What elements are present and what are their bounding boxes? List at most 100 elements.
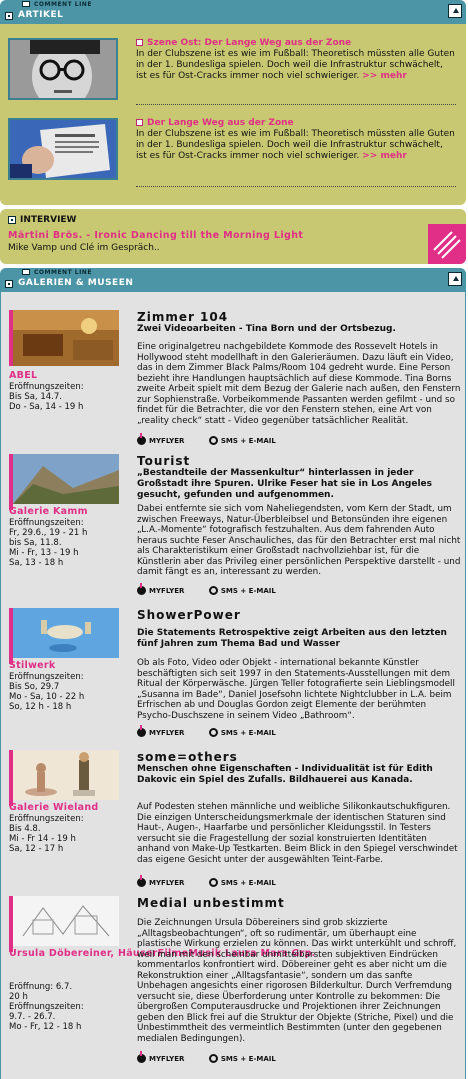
scroll-up-button[interactable] <box>448 272 462 286</box>
phone-icon <box>208 586 218 595</box>
gallery-name[interactable]: ABEL <box>9 370 37 381</box>
article-thumbnail-newspaper[interactable] <box>8 118 118 180</box>
artikel-kicker: COMMENT LINE <box>34 1 92 8</box>
sms-email-label[interactable]: SMS + E-MAIL <box>221 587 276 595</box>
phone-icon <box>208 878 218 887</box>
artikel-header: COMMENT LINE ARTIKEL <box>0 0 466 24</box>
interview-subtitle: Mike Vamp und Clé im Gespräch.. <box>8 243 160 253</box>
hours-line: Eröffnungszeiten: <box>9 382 84 392</box>
galerien-header: COMMENT LINE GALERIEN & MUSEEN <box>0 268 466 292</box>
sms-email-label[interactable]: SMS + E-MAIL <box>221 729 276 737</box>
gallery-hours: Eröffnungszeiten: Bis So, 29.7 Mo - Sa, … <box>9 672 84 712</box>
gallery-links: MYFLYER SMS + E-MAIL <box>137 583 298 597</box>
exhibition-subtitle: Menschen ohne Eigenschaften - Individual… <box>137 764 433 785</box>
exhibition-description: Ob als Foto, Video oder Objekt - interna… <box>137 658 455 721</box>
hours-line: Bis So, 29.7 <box>9 682 60 692</box>
hours-line: Eröffnungszeiten: <box>9 1002 84 1012</box>
divider <box>136 104 456 105</box>
myflyer-label[interactable]: MYFLYER <box>149 879 184 887</box>
sms-email-link[interactable]: SMS + E-MAIL <box>208 728 276 737</box>
phone-icon <box>208 728 218 737</box>
hours-line: Sa, 13 - 18 h <box>9 558 64 568</box>
gallery-name[interactable]: Galerie Kamm <box>9 506 88 517</box>
window-icon <box>22 1 30 7</box>
exhibition-subtitle: Zwei Videoarbeiten - Tina Born und der O… <box>137 324 396 334</box>
divider <box>136 186 456 187</box>
hours-line: Eröffnungszeiten: <box>9 814 84 824</box>
interview-arrow-button[interactable] <box>428 224 466 264</box>
interview-tag-text: INTERVIEW <box>20 215 77 225</box>
hours-line: Do - Sa, 14 - 19 h <box>9 402 84 412</box>
gallery-image-landscape[interactable] <box>9 454 119 510</box>
gallery-image-diver[interactable] <box>9 608 119 664</box>
interview-tag: INTERVIEW <box>8 215 77 225</box>
gallery-image-sketch[interactable] <box>9 896 119 952</box>
gallery-name[interactable]: Stilwerk <box>9 660 56 671</box>
artikel-body: Szene Ost: Der Lange Weg aus der Zone In… <box>0 24 466 205</box>
hand-pointer-icon <box>137 433 146 445</box>
exhibition-description: Die Zeichnungen Ursula Döbereiners sind … <box>137 918 457 1044</box>
hours-line: 9.7. - 26.7. <box>9 1012 56 1022</box>
square-bullet-icon <box>8 215 16 224</box>
hours-line: Mi - Fr 14 - 19 h <box>9 834 76 844</box>
myflyer-link[interactable]: MYFLYER <box>137 433 184 445</box>
hours-line: bis Sa, 11.8. <box>9 538 62 548</box>
myflyer-label[interactable]: MYFLYER <box>149 729 184 737</box>
hours-line: Mo - Fr, 12 - 18 h <box>9 1022 82 1032</box>
article-thumbnail-glasses-man[interactable] <box>8 38 118 100</box>
phone-icon <box>208 436 218 445</box>
myflyer-link[interactable]: MYFLYER <box>137 1051 184 1063</box>
sms-email-label[interactable]: SMS + E-MAIL <box>221 1055 276 1063</box>
phone-icon <box>208 1054 218 1063</box>
hand-pointer-icon <box>137 583 146 595</box>
hand-pointer-icon <box>137 1051 146 1063</box>
gallery-hours: Eröffnung: 6.7. 20 h Eröffnungszeiten: 9… <box>9 982 84 1032</box>
galerien-title: GALERIEN & MUSEEN <box>18 278 134 288</box>
article-headline-text[interactable]: Der Lange Weg aus der Zone <box>147 118 294 128</box>
article-headline-text[interactable]: Szene Ost: Der Lange Weg aus der Zone <box>147 38 351 48</box>
sms-email-label[interactable]: SMS + E-MAIL <box>221 879 276 887</box>
bullet-icon <box>136 39 143 46</box>
scroll-up-button[interactable] <box>448 4 462 18</box>
more-link[interactable]: >> mehr <box>362 71 407 81</box>
exhibition-description: Dabei entfernte sie sich vom Naheliegend… <box>137 504 461 577</box>
article-text: Szene Ost: Der Lange Weg aus der Zone In… <box>136 38 456 82</box>
hours-line: Bis 4.8. <box>9 824 41 834</box>
galerien-kicker: COMMENT LINE <box>34 269 92 276</box>
hours-line: 20 h <box>9 992 28 1002</box>
hours-line: Mi - Fr, 13 - 19 h <box>9 548 79 558</box>
artikel-title: ARTIKEL <box>18 10 64 20</box>
gallery-image-hotel-room[interactable] <box>9 310 119 366</box>
article-body: In der Clubszene ist es wie im Fußball: … <box>136 49 455 81</box>
more-link[interactable]: >> mehr <box>362 151 407 161</box>
sms-email-label[interactable]: SMS + E-MAIL <box>221 437 276 445</box>
hours-line: Eröffnung: 6.7. <box>9 982 73 992</box>
sms-email-link[interactable]: SMS + E-MAIL <box>208 878 276 887</box>
exhibition-title: Zimmer 104 <box>137 310 229 324</box>
interview-headline[interactable]: Märtini Brös. - Ironic Dancing till the … <box>8 230 303 241</box>
gallery-hours: Eröffnungszeiten: Fr, 29.6., 19 - 21 h b… <box>9 518 87 568</box>
hand-pointer-icon <box>137 875 146 887</box>
hours-line: Fr, 29.6., 19 - 21 h <box>9 528 88 538</box>
myflyer-label[interactable]: MYFLYER <box>149 1055 184 1063</box>
myflyer-link[interactable]: MYFLYER <box>137 875 184 887</box>
myflyer-label[interactable]: MYFLYER <box>149 437 184 445</box>
sms-email-link[interactable]: SMS + E-MAIL <box>208 436 276 445</box>
exhibition-description: Auf Podesten stehen männliche und weibli… <box>137 802 458 865</box>
sms-email-link[interactable]: SMS + E-MAIL <box>208 1054 276 1063</box>
window-icon <box>22 269 30 275</box>
myflyer-link[interactable]: MYFLYER <box>137 725 184 737</box>
exhibition-title: ShowerPower <box>137 608 241 622</box>
article-headline[interactable]: Der Lange Weg aus der Zone <box>136 118 456 129</box>
square-bullet-icon <box>5 280 13 288</box>
sms-email-link[interactable]: SMS + E-MAIL <box>208 586 276 595</box>
myflyer-label[interactable]: MYFLYER <box>149 587 184 595</box>
exhibition-title: Medial unbestimmt <box>137 896 285 910</box>
gallery-hours: Eröffnungszeiten: Bis Sa, 14.7. Do - Sa,… <box>9 382 84 412</box>
gallery-hours: Eröffnungszeiten: Bis 4.8. Mi - Fr 14 - … <box>9 814 84 854</box>
article-headline[interactable]: Szene Ost: Der Lange Weg aus der Zone <box>136 38 456 49</box>
gallery-image-figures[interactable] <box>9 750 119 806</box>
myflyer-link[interactable]: MYFLYER <box>137 583 184 595</box>
exhibition-subtitle: Die Statements Retrospektive zeigt Arbei… <box>137 628 447 649</box>
gallery-name[interactable]: Galerie Wieland <box>9 802 99 813</box>
